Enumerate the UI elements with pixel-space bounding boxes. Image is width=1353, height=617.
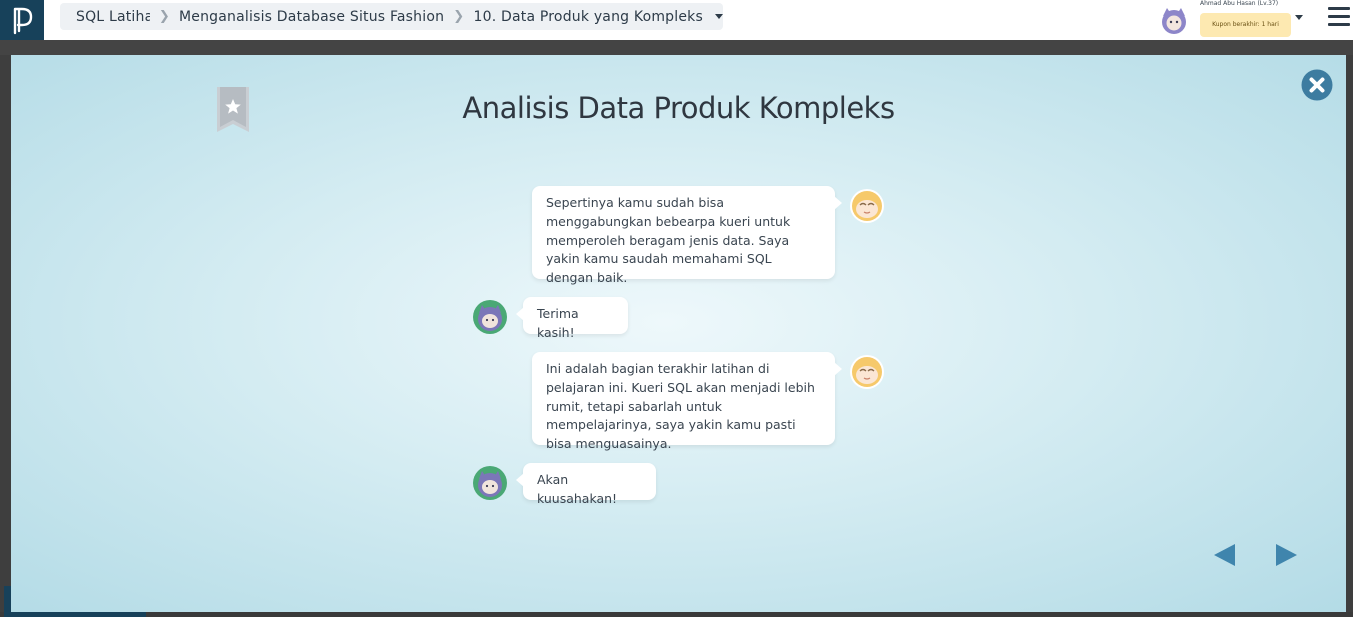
- breadcrumb-lesson[interactable]: Menganalisis Database Situs Fashion: [179, 9, 444, 25]
- slide-modal: Analisis Data Produk Kompleks Sepertinya…: [11, 55, 1346, 612]
- chat-bubble-mentor: Ini adalah bagian terakhir latihan di pe…: [532, 352, 842, 451]
- chat-bubble-student: Terima kasih!: [516, 297, 628, 340]
- message-text: Akan kuusahakan!: [537, 472, 618, 506]
- user-menu[interactable]: Ahmad Abu Hasan (Lv.37) Kupon berakhir: …: [1158, 0, 1308, 40]
- coupon-badge[interactable]: Kupon berakhir: 1 hari: [1200, 13, 1291, 37]
- menu-bar: [1328, 7, 1350, 10]
- student-avatar: [473, 300, 507, 334]
- background-panel: [0, 612, 1353, 617]
- slide-title: Analisis Data Produk Kompleks: [462, 91, 895, 125]
- breadcrumb-course[interactable]: SQL Latihan I: [76, 9, 150, 25]
- message-text: Terima kasih!: [537, 306, 579, 340]
- user-avatar[interactable]: [1158, 4, 1190, 36]
- progate-logo-icon: [13, 7, 33, 35]
- background-panel: [0, 55, 11, 617]
- mentor-avatar: [850, 355, 884, 389]
- chevron-right-icon: ❯: [158, 9, 170, 24]
- logo[interactable]: [0, 0, 44, 40]
- message-text: Ini adalah bagian terakhir latihan di pe…: [546, 361, 815, 452]
- top-bar: SQL Latihan I ❯ Menganalisis Database Si…: [0, 0, 1353, 41]
- previous-arrow-icon[interactable]: [1213, 543, 1237, 567]
- menu-bar: [1328, 15, 1350, 18]
- menu-bar: [1328, 23, 1350, 26]
- mentor-avatar: [850, 189, 884, 223]
- breadcrumb: SQL Latihan I ❯ Menganalisis Database Si…: [60, 3, 723, 30]
- chevron-down-icon[interactable]: [1295, 15, 1303, 20]
- student-avatar: [473, 466, 507, 500]
- chevron-down-icon[interactable]: [714, 14, 723, 19]
- background-panel: [0, 40, 1353, 55]
- chat-bubble-mentor: Sepertinya kamu sudah bisa menggabungkan…: [532, 186, 842, 285]
- user-name: Ahmad Abu Hasan (Lv.37): [1200, 0, 1279, 7]
- next-arrow-icon[interactable]: [1274, 543, 1298, 567]
- message-text: Sepertinya kamu sudah bisa menggabungkan…: [546, 195, 791, 286]
- breadcrumb-exercise[interactable]: 10. Data Produk yang Kompleks: [474, 9, 703, 25]
- chevron-right-icon: ❯: [453, 9, 465, 24]
- hamburger-menu-icon[interactable]: [1328, 7, 1350, 27]
- chat-bubble-student: Akan kuusahakan!: [516, 463, 656, 506]
- background-panel: [1346, 55, 1353, 617]
